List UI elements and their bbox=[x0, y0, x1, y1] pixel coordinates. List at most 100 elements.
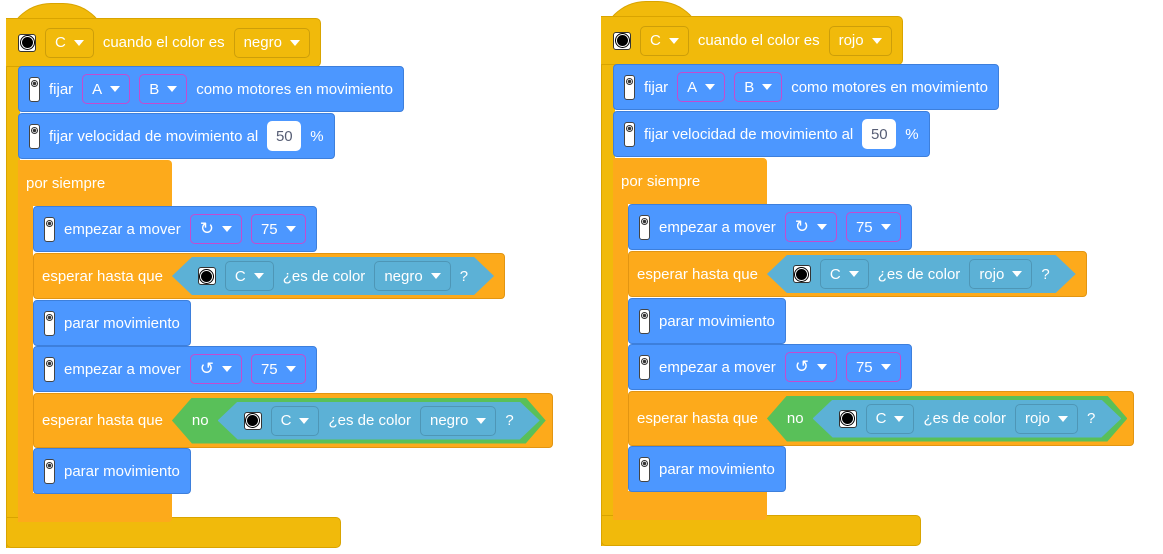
color-value: negro bbox=[430, 412, 469, 429]
block-label: parar movimiento bbox=[64, 314, 180, 332]
set-movement-motors-block[interactable]: fijar A B como motores en movimiento bbox=[18, 66, 404, 112]
question-mark: ? bbox=[505, 412, 514, 429]
color-dropdown[interactable]: negro bbox=[374, 261, 450, 291]
block-label: fijar bbox=[49, 80, 74, 98]
block-label: parar movimiento bbox=[659, 460, 775, 478]
wait-until-block[interactable]: esperar hasta que no C ¿es de color rojo… bbox=[628, 391, 1135, 446]
chevron-down-icon bbox=[73, 39, 84, 46]
block-label: ¿es de color bbox=[328, 412, 411, 429]
set-speed-block[interactable]: fijar velocidad de movimiento al 50 % bbox=[18, 113, 335, 159]
script-color-rojo[interactable]: C cuando el color es rojo fijar A B como… bbox=[595, 0, 1163, 552]
color-value: rojo bbox=[1025, 410, 1051, 427]
speed-dropdown[interactable]: 75 bbox=[845, 212, 901, 242]
start-moving-block[interactable]: empezar a mover ↻ 75 bbox=[628, 204, 912, 250]
port-dropdown[interactable]: C bbox=[640, 25, 689, 56]
chevron-down-icon bbox=[668, 37, 679, 44]
is-color-sensor-block[interactable]: C ¿es de color negro ? bbox=[218, 402, 540, 440]
color-value: rojo bbox=[838, 32, 864, 49]
stop-moving-block[interactable]: parar movimiento bbox=[33, 448, 191, 494]
speed-dropdown[interactable]: 75 bbox=[250, 354, 306, 384]
set-movement-motors-block[interactable]: fijar A B como motores en movimiento bbox=[613, 64, 999, 110]
block-label: empezar a mover bbox=[659, 218, 776, 236]
question-mark: ? bbox=[1087, 410, 1096, 427]
not-label: no bbox=[786, 410, 804, 427]
forever-label: por siempre bbox=[26, 174, 106, 192]
block-label: fijar velocidad de movimiento al bbox=[49, 127, 259, 145]
wait-until-block[interactable]: esperar hasta que no C ¿es de color negr… bbox=[33, 393, 553, 448]
speed-dropdown[interactable]: 75 bbox=[250, 214, 306, 244]
color-sensor-icon bbox=[613, 31, 631, 50]
chevron-down-icon bbox=[221, 366, 232, 372]
port-dropdown[interactable]: C bbox=[820, 259, 869, 289]
when-color-hat-block[interactable]: C cuando el color es negro bbox=[6, 18, 321, 67]
stop-moving-block[interactable]: parar movimiento bbox=[628, 298, 786, 344]
color-dropdown[interactable]: rojo bbox=[969, 259, 1032, 289]
speed-input[interactable]: 50 bbox=[267, 121, 302, 151]
port-dropdown[interactable]: C bbox=[225, 261, 274, 291]
start-moving-block[interactable]: empezar a mover ↻ 75 bbox=[33, 206, 317, 252]
chevron-down-icon bbox=[431, 273, 441, 279]
not-operator-block[interactable]: no C ¿es de color rojo ? bbox=[767, 396, 1127, 442]
forever-arm bbox=[18, 200, 33, 522]
stop-moving-block[interactable]: parar movimiento bbox=[33, 300, 191, 346]
forever-bottom bbox=[613, 491, 767, 520]
color-dropdown[interactable]: rojo bbox=[828, 25, 892, 56]
port-dropdown[interactable]: C bbox=[271, 406, 320, 436]
when-color-hat-block[interactable]: C cuando el color es rojo bbox=[601, 16, 903, 65]
motor-a-dropdown[interactable]: A bbox=[82, 74, 131, 104]
port-value: C bbox=[280, 412, 292, 429]
block-label: ¿es de color bbox=[923, 410, 1006, 427]
is-color-sensor-block[interactable]: C ¿es de color rojo ? bbox=[767, 255, 1076, 293]
hub-icon bbox=[29, 123, 40, 149]
forever-block[interactable]: por siempre bbox=[18, 160, 172, 206]
hub-icon bbox=[44, 216, 55, 242]
speed-input[interactable]: 50 bbox=[862, 119, 897, 149]
color-dropdown[interactable]: rojo bbox=[1015, 404, 1078, 434]
chevron-down-icon bbox=[849, 271, 859, 277]
hub-icon bbox=[44, 356, 55, 382]
block-label: parar movimiento bbox=[64, 462, 180, 480]
hub-icon bbox=[639, 308, 650, 334]
direction-dropdown[interactable]: ↻ bbox=[189, 214, 242, 244]
direction-dropdown[interactable]: ↺ bbox=[189, 354, 242, 384]
forever-block[interactable]: por siempre bbox=[613, 158, 767, 204]
color-sensor-icon bbox=[839, 410, 857, 428]
script-color-negro[interactable]: C cuando el color es negro fijar A B com… bbox=[0, 0, 600, 554]
start-moving-block[interactable]: empezar a mover ↺ 75 bbox=[33, 346, 317, 392]
set-speed-block[interactable]: fijar velocidad de movimiento al 50 % bbox=[613, 111, 930, 157]
rotate-counterclockwise-icon: ↺ bbox=[794, 357, 809, 376]
not-operator-block[interactable]: no C ¿es de color negro ? bbox=[172, 398, 546, 444]
hub-icon bbox=[624, 121, 635, 147]
direction-dropdown[interactable]: ↺ bbox=[784, 352, 837, 382]
block-label: empezar a mover bbox=[659, 358, 776, 376]
is-color-sensor-block[interactable]: C ¿es de color rojo ? bbox=[813, 400, 1122, 438]
motor-b-dropdown[interactable]: B bbox=[734, 72, 783, 102]
color-sensor-icon bbox=[244, 412, 262, 430]
rotate-counterclockwise-icon: ↺ bbox=[199, 359, 214, 378]
port-dropdown[interactable]: C bbox=[866, 404, 915, 434]
color-dropdown[interactable]: negro bbox=[233, 27, 310, 58]
block-label: fijar bbox=[644, 78, 669, 96]
block-label: empezar a mover bbox=[64, 220, 181, 238]
stop-moving-block[interactable]: parar movimiento bbox=[628, 446, 786, 492]
hat-label: cuando el color es bbox=[697, 32, 820, 49]
direction-dropdown[interactable]: ↻ bbox=[784, 212, 837, 242]
is-color-sensor-block[interactable]: C ¿es de color negro ? bbox=[172, 257, 494, 295]
color-dropdown[interactable]: negro bbox=[420, 406, 496, 436]
start-moving-block[interactable]: empezar a mover ↺ 75 bbox=[628, 344, 912, 390]
wait-until-block[interactable]: esperar hasta que C ¿es de color negro ? bbox=[33, 253, 506, 299]
color-value: negro bbox=[243, 34, 282, 51]
chevron-down-icon bbox=[816, 224, 827, 230]
block-label: fijar velocidad de movimiento al bbox=[644, 125, 854, 143]
motor-a-dropdown[interactable]: A bbox=[677, 72, 726, 102]
color-value: negro bbox=[384, 267, 423, 285]
speed-dropdown[interactable]: 75 bbox=[845, 352, 901, 382]
port-value: B bbox=[744, 78, 755, 96]
port-value: B bbox=[149, 80, 160, 98]
wait-until-block[interactable]: esperar hasta que C ¿es de color rojo ? bbox=[628, 251, 1087, 297]
motor-b-dropdown[interactable]: B bbox=[139, 74, 188, 104]
port-dropdown[interactable]: C bbox=[45, 27, 94, 58]
port-value: A bbox=[687, 78, 698, 96]
hub-icon bbox=[639, 214, 650, 240]
unit-label: % bbox=[310, 127, 324, 145]
